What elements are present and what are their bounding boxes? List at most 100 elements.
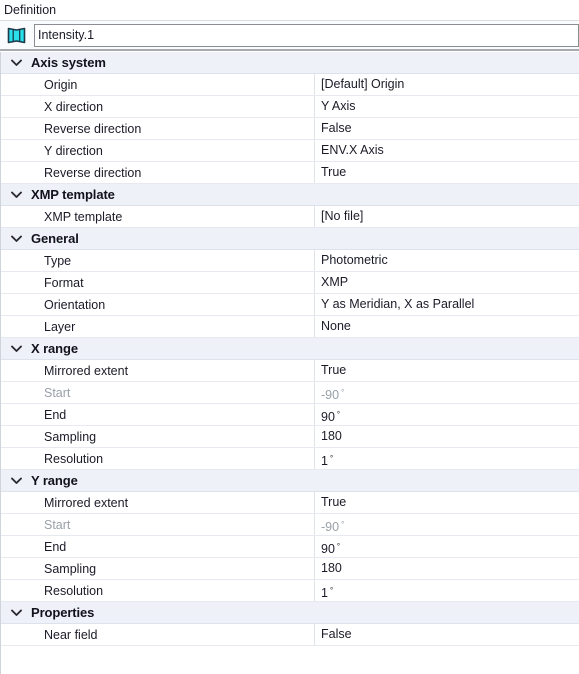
property-row[interactable]: Y direction ENV.X Axis [1, 140, 579, 162]
property-value-text: -90 [321, 520, 340, 534]
property-value[interactable]: -90 ° [314, 382, 579, 403]
definition-panel: Definition Axis system Origin [Default] Or… [0, 0, 579, 674]
property-value[interactable]: 180 [314, 426, 579, 447]
property-name: Mirrored extent [44, 495, 129, 510]
property-value[interactable]: -90 ° [314, 514, 579, 535]
property-row[interactable]: Resolution 1 ° [1, 580, 579, 602]
property-value[interactable]: ENV.X Axis [314, 140, 579, 161]
property-row[interactable]: Start -90 ° [1, 514, 579, 536]
property-name: Format [44, 275, 84, 290]
property-value[interactable]: [Default] Origin [314, 74, 579, 95]
property-name: Origin [44, 77, 78, 92]
property-value[interactable]: 1 ° [314, 448, 579, 469]
property-name: Start [44, 385, 71, 400]
unit-symbol: ° [329, 586, 334, 595]
property-row[interactable]: Format XMP [1, 272, 579, 294]
property-value-text: 90 [321, 542, 335, 556]
unit-symbol: ° [341, 388, 345, 397]
chevron-down-icon[interactable] [1, 338, 31, 359]
chevron-down-icon[interactable] [1, 602, 31, 623]
property-row[interactable]: Resolution 1 ° [1, 448, 579, 470]
property-value[interactable]: True [314, 360, 579, 381]
property-value[interactable]: False [314, 118, 579, 139]
group-header[interactable]: Properties [1, 602, 579, 624]
group-label: X range [31, 341, 78, 356]
property-name: Y direction [44, 143, 103, 158]
property-row[interactable]: Layer None [1, 316, 579, 338]
property-name: Sampling [44, 561, 97, 576]
property-value-text: 90 [321, 410, 335, 424]
property-row[interactable]: Sampling 180 [1, 558, 579, 580]
property-value[interactable]: 180 [314, 558, 579, 579]
group-header[interactable]: Axis system [1, 52, 579, 74]
property-name: Reverse direction [44, 121, 142, 136]
property-value[interactable]: [No file] [314, 206, 579, 227]
property-name: Start [44, 517, 71, 532]
property-name: Mirrored extent [44, 363, 129, 378]
property-value[interactable]: False [314, 624, 579, 645]
group-label: Y range [31, 473, 78, 488]
property-row[interactable]: Reverse direction False [1, 118, 579, 140]
property-row[interactable]: Type Photometric [1, 250, 579, 272]
property-name: Orientation [44, 297, 106, 312]
property-value-text: -90 [321, 388, 340, 402]
property-value-text: None [321, 319, 351, 333]
property-row[interactable]: Sampling 180 [1, 426, 579, 448]
property-value[interactable]: 90 ° [314, 404, 579, 425]
property-value[interactable]: None [314, 316, 579, 337]
property-value-text: True [321, 495, 347, 509]
light-source-icon [5, 25, 28, 46]
property-value[interactable]: XMP [314, 272, 579, 293]
property-row[interactable]: Near field False [1, 624, 579, 646]
property-row[interactable]: Origin [Default] Origin [1, 74, 579, 96]
property-name: End [44, 407, 67, 422]
property-name: X direction [44, 99, 104, 114]
page-title: Definition [0, 0, 579, 20]
property-value-text: 180 [321, 561, 342, 575]
property-value[interactable]: Y as Meridian, X as Parallel [314, 294, 579, 315]
property-name: Reverse direction [44, 165, 142, 180]
unit-symbol: ° [336, 410, 341, 419]
unit-symbol: ° [329, 454, 334, 463]
group-header[interactable]: Y range [1, 470, 579, 492]
unit-symbol: ° [341, 520, 345, 529]
identity-bar [0, 20, 579, 51]
chevron-down-icon[interactable] [1, 228, 31, 249]
property-value-text: True [321, 363, 347, 377]
group-label: Properties [31, 605, 95, 620]
property-value-text: True [321, 165, 347, 179]
group-header[interactable]: XMP template [1, 184, 579, 206]
property-name: XMP template [44, 209, 123, 224]
group-label: Axis system [31, 55, 106, 70]
chevron-down-icon[interactable] [1, 52, 31, 73]
property-value[interactable]: Photometric [314, 250, 579, 271]
properties-grid: Axis system Origin [Default] Origin X direc… [0, 52, 579, 674]
property-row[interactable]: Start -90 ° [1, 382, 579, 404]
property-row[interactable]: X direction Y Axis [1, 96, 579, 118]
property-value[interactable]: True [314, 492, 579, 513]
property-row[interactable]: Orientation Y as Meridian, X as Parallel [1, 294, 579, 316]
name-input[interactable] [34, 23, 579, 47]
property-name: End [44, 539, 67, 554]
group-header[interactable]: General [1, 228, 579, 250]
chevron-down-icon[interactable] [1, 470, 31, 491]
property-value[interactable]: 90 ° [314, 536, 579, 557]
property-value-text: Photometric [321, 253, 388, 267]
property-value-text: 1 [321, 454, 328, 468]
group-label: XMP template [31, 187, 115, 202]
property-row[interactable]: Reverse direction True [1, 162, 579, 184]
property-value[interactable]: True [314, 162, 579, 183]
unit-symbol: ° [336, 542, 341, 551]
property-value[interactable]: Y Axis [314, 96, 579, 117]
property-row[interactable]: XMP template [No file] [1, 206, 579, 228]
chevron-down-icon[interactable] [1, 184, 31, 205]
property-row[interactable]: Mirrored extent True [1, 360, 579, 382]
property-row[interactable]: End 90 ° [1, 404, 579, 426]
property-row[interactable]: End 90 ° [1, 536, 579, 558]
property-name: Layer [44, 319, 76, 334]
property-value-text: Y Axis [321, 99, 356, 113]
group-header[interactable]: X range [1, 338, 579, 360]
property-value[interactable]: 1 ° [314, 580, 579, 601]
property-row[interactable]: Mirrored extent True [1, 492, 579, 514]
property-value-text: False [321, 121, 352, 135]
